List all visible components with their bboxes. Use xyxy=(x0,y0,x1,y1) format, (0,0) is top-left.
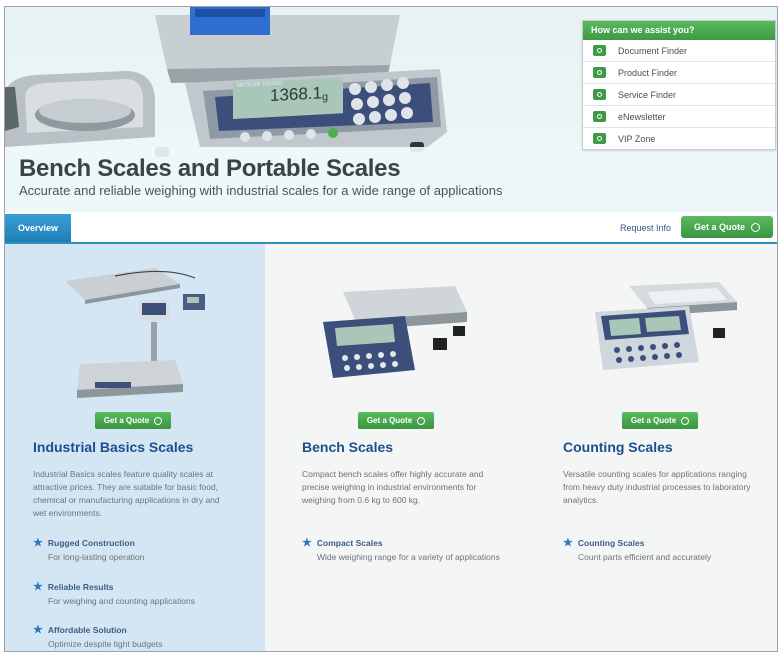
product-title[interactable]: Bench Scales xyxy=(302,439,393,455)
feature-text: For long-lasting operation xyxy=(48,552,145,562)
arrow-circle-icon xyxy=(593,89,606,100)
product-column-bench-scales: Get a Quote Bench Scales Compact bench s… xyxy=(265,244,521,651)
request-info-link[interactable]: Request Info xyxy=(620,223,671,233)
arrow-circle-icon xyxy=(681,416,690,425)
assist-item-product-finder[interactable]: Product Finder xyxy=(583,62,775,84)
feature-title: Reliable Results xyxy=(47,582,114,592)
feature-title: Compact Scales xyxy=(316,538,383,548)
get-a-quote-button[interactable]: Get a Quote xyxy=(95,412,171,429)
arrow-circle-icon xyxy=(593,111,606,122)
assist-item-label: Product Finder xyxy=(618,67,678,78)
industrial-scale-image xyxy=(65,268,205,398)
bench-scale-product-image xyxy=(323,286,467,378)
assist-panel: How can we assist you? Document Finder P… xyxy=(582,20,776,150)
counting-scale-product-image xyxy=(595,282,737,370)
hero-banner: 1368.1 g METTLER TOLEDO Bench Scales and… xyxy=(5,7,777,212)
feature-title: Counting Scales xyxy=(577,538,645,548)
product-columns: Get a Quote Industrial Basics Scales Ind… xyxy=(5,244,777,651)
feature-title: Affordable Solution xyxy=(47,625,127,635)
product-title[interactable]: Industrial Basics Scales xyxy=(33,439,193,455)
feature-item: ★ Compact Scales Wide weighing range for … xyxy=(302,538,512,563)
arrow-circle-icon xyxy=(417,416,426,425)
bench-scale-image xyxy=(155,7,447,157)
arrow-circle-icon xyxy=(154,416,163,425)
feature-text: For weighing and counting applications xyxy=(48,596,195,606)
product-column-industrial-basics: Get a Quote Industrial Basics Scales Ind… xyxy=(5,244,265,651)
get-a-quote-button[interactable]: Get a Quote xyxy=(681,216,773,238)
assist-item-service-finder[interactable]: Service Finder xyxy=(583,84,775,106)
feature-text: Optimize despite tight budgets xyxy=(48,639,163,649)
product-column-counting-scales: Get a Quote Counting Scales Versatile co… xyxy=(521,244,777,651)
get-a-quote-button[interactable]: Get a Quote xyxy=(358,412,434,429)
product-description: Industrial Basics scales feature quality… xyxy=(33,469,220,518)
assist-item-vip-zone[interactable]: VIP Zone xyxy=(583,128,775,149)
star-icon: ★ xyxy=(33,537,43,549)
tab-overview[interactable]: Overview xyxy=(5,214,71,242)
product-title[interactable]: Counting Scales xyxy=(563,439,673,455)
arrow-circle-icon xyxy=(751,222,760,232)
get-a-quote-label: Get a Quote xyxy=(693,222,745,232)
star-icon: ★ xyxy=(563,537,573,549)
assist-item-label: eNewsletter xyxy=(618,111,666,122)
assist-heading: How can we assist you? xyxy=(583,21,775,40)
page-title: Bench Scales and Portable Scales xyxy=(19,155,401,182)
feature-item: ★ Affordable Solution Optimize despite ti… xyxy=(33,625,243,650)
page-nav-bar: Overview Request Info Get a Quote xyxy=(5,212,777,244)
star-icon: ★ xyxy=(33,624,43,636)
display-unit: g xyxy=(322,91,328,103)
assist-item-label: Service Finder xyxy=(618,89,677,100)
assist-item-enewsletter[interactable]: eNewsletter xyxy=(583,106,775,128)
product-description: Compact bench scales offer highly accura… xyxy=(302,469,484,505)
get-a-quote-button[interactable]: Get a Quote xyxy=(622,412,698,429)
arrow-circle-icon xyxy=(593,45,606,56)
product-description: Versatile counting scales for applicatio… xyxy=(563,469,751,505)
arrow-circle-icon xyxy=(593,67,606,78)
feature-item: ★ Rugged Construction For long-lasting op… xyxy=(33,538,243,563)
feature-item: ★ Reliable Results For weighing and count… xyxy=(33,582,243,607)
page-subtitle: Accurate and reliable weighing with indu… xyxy=(19,183,503,198)
assist-item-label: VIP Zone xyxy=(618,133,656,144)
get-a-quote-label: Get a Quote xyxy=(366,416,413,425)
page-frame: 1368.1 g METTLER TOLEDO Bench Scales and… xyxy=(4,6,778,652)
star-icon: ★ xyxy=(302,537,312,549)
feature-text: Wide weighing range for a variety of app… xyxy=(317,552,500,562)
get-a-quote-label: Get a Quote xyxy=(103,416,150,425)
get-a-quote-label: Get a Quote xyxy=(630,416,677,425)
assist-item-document-finder[interactable]: Document Finder xyxy=(583,40,775,62)
feature-text: Count parts efficient and accurately xyxy=(578,552,712,562)
printer-image xyxy=(5,71,155,147)
feature-item: ★ Counting Scales Count parts efficient a… xyxy=(563,538,773,563)
assist-item-label: Document Finder xyxy=(618,45,688,56)
feature-title: Rugged Construction xyxy=(47,538,135,548)
arrow-circle-icon xyxy=(593,133,606,144)
star-icon: ★ xyxy=(33,581,43,593)
